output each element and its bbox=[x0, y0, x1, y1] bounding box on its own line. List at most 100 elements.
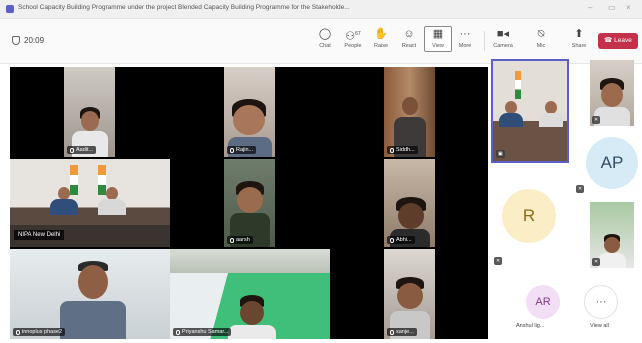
flag-icon bbox=[98, 165, 106, 195]
pinned-video-tile[interactable]: ▣ bbox=[491, 59, 569, 163]
participant-name-tag: Aadit... bbox=[67, 146, 97, 154]
video-feed bbox=[228, 325, 276, 339]
avatar-ar[interactable]: AR bbox=[526, 285, 560, 319]
share-label: Share bbox=[571, 43, 587, 49]
share-button[interactable]: ⬆ Share bbox=[566, 27, 592, 49]
people-count: 67 bbox=[355, 31, 361, 37]
video-feed bbox=[240, 301, 264, 325]
people-label: People bbox=[344, 43, 362, 49]
video-tile-priyanshu[interactable]: Priyanshu Samar... bbox=[170, 249, 330, 339]
video-tile-innoplus[interactable]: innoplus phase2 bbox=[10, 249, 170, 339]
camera-icon: ■◂ bbox=[496, 28, 510, 40]
grid-icon: ▦ bbox=[432, 28, 444, 40]
chat-icon: ◯ bbox=[318, 28, 332, 40]
title-bar: School Capacity Building Programme under… bbox=[0, 0, 642, 19]
people-icon: ⚇67 bbox=[345, 30, 361, 43]
camera-label: Camera bbox=[493, 43, 513, 49]
raise-hand-button[interactable]: ✋ Raise bbox=[368, 27, 394, 49]
participant-name-tag: Rajin... bbox=[227, 146, 257, 154]
react-label: React bbox=[401, 43, 417, 49]
mic-off-icon: ✕ bbox=[576, 185, 585, 193]
close-icon[interactable]: × bbox=[626, 3, 631, 12]
chat-label: Chat bbox=[319, 43, 331, 49]
phone-icon: ☎ bbox=[604, 37, 613, 44]
more-label: More bbox=[458, 43, 472, 49]
screen-icon: ▣ bbox=[496, 150, 505, 158]
avatar-initials: AR bbox=[535, 296, 551, 308]
participant-name-tag: Abhi... bbox=[387, 236, 415, 244]
shield-icon bbox=[12, 36, 20, 45]
avatar-r[interactable]: R bbox=[502, 189, 556, 243]
mic-icon bbox=[230, 147, 234, 153]
video-feed bbox=[598, 253, 626, 268]
video-feed bbox=[170, 249, 330, 273]
smiley-icon: ☺ bbox=[403, 28, 415, 40]
participant-name-tag: aarsh bbox=[227, 236, 253, 244]
participant-name: Anshul lig... bbox=[516, 323, 545, 329]
video-feed bbox=[233, 105, 265, 135]
flag-icon bbox=[70, 165, 78, 195]
leave-button[interactable]: ☎ Leave bbox=[598, 33, 638, 49]
video-tile-sanje[interactable]: sanje... bbox=[384, 249, 435, 339]
video-feed bbox=[402, 97, 418, 115]
flag-icon bbox=[515, 71, 521, 99]
view-button[interactable]: ▦ View bbox=[424, 26, 452, 52]
video-feed bbox=[398, 203, 424, 229]
video-feed bbox=[237, 187, 263, 213]
chat-button[interactable]: ◯ Chat bbox=[312, 27, 338, 49]
mic-off-icon: ✕ bbox=[494, 257, 503, 265]
participant-name-tag: Priyanshu Samar... bbox=[173, 328, 232, 336]
window-title: School Capacity Building Programme under… bbox=[18, 4, 350, 11]
mic-off-icon: ✕ bbox=[592, 116, 601, 124]
video-tile-small-2[interactable]: ✕ bbox=[590, 202, 634, 268]
maximize-icon[interactable]: ▭ bbox=[608, 3, 616, 12]
minimize-icon[interactable]: – bbox=[588, 3, 592, 12]
toolbar-divider bbox=[484, 31, 485, 51]
timer-text: 20:09 bbox=[24, 36, 45, 45]
video-feed bbox=[604, 237, 620, 253]
video-tile-abhi[interactable]: Abhi... bbox=[384, 159, 435, 247]
mic-icon bbox=[390, 329, 394, 335]
teams-logo-icon bbox=[6, 5, 14, 13]
video-tile-niipa[interactable]: NIPA New Delhi bbox=[10, 159, 170, 247]
avatar-ap[interactable]: AP bbox=[586, 137, 638, 189]
mic-muted-icon: ⍉ bbox=[537, 28, 545, 40]
mic-button[interactable]: ⍉ Mic bbox=[528, 27, 554, 49]
react-button[interactable]: ☺ React bbox=[396, 27, 422, 49]
participant-name-tag: sanje... bbox=[387, 328, 417, 336]
avatar-initials: AP bbox=[600, 153, 624, 172]
mic-icon bbox=[176, 329, 180, 335]
video-tile-siddh[interactable]: Siddh... bbox=[384, 67, 435, 157]
mic-off-icon: ✕ bbox=[592, 258, 601, 266]
video-feed bbox=[81, 111, 99, 131]
video-feed bbox=[98, 199, 126, 215]
video-tile-small-1[interactable]: ✕ bbox=[590, 60, 634, 126]
share-icon: ⬆ bbox=[574, 28, 584, 40]
participant-gallery: ▣ ✕ AP ✕ R ✕ ✕ AR Anshul lig... ··· View… bbox=[488, 57, 642, 343]
participant-name-tag: NIPA New Delhi bbox=[14, 230, 65, 240]
people-button[interactable]: ⚇67 People bbox=[340, 27, 366, 49]
view-label: View bbox=[432, 43, 444, 49]
video-feed bbox=[499, 113, 523, 127]
video-tile-rajin[interactable]: Rajin... bbox=[224, 67, 275, 157]
meeting-timer: 20:09 bbox=[12, 36, 44, 45]
video-feed bbox=[60, 301, 126, 339]
video-feed bbox=[78, 265, 108, 299]
avatar-initials: R bbox=[522, 206, 536, 225]
video-tile-aadit[interactable]: Aadit... bbox=[64, 67, 115, 157]
more-button[interactable]: ··· More bbox=[452, 27, 478, 49]
video-feed bbox=[601, 83, 623, 107]
hand-icon: ✋ bbox=[374, 28, 388, 40]
mic-icon bbox=[16, 329, 20, 335]
mic-icon bbox=[390, 147, 394, 153]
mic-icon bbox=[230, 237, 234, 243]
camera-button[interactable]: ■◂ Camera bbox=[490, 27, 516, 49]
mic-label: Mic bbox=[536, 43, 546, 49]
participant-name-tag: innoplus phase2 bbox=[13, 328, 66, 336]
view-all-participants-button[interactable]: ··· bbox=[584, 285, 618, 319]
video-feed bbox=[397, 283, 423, 309]
leave-label: Leave bbox=[614, 37, 632, 44]
video-stage: Aadit... Rajin... Siddh... NIPA New Delh… bbox=[10, 67, 488, 339]
ellipsis-icon: ··· bbox=[459, 28, 471, 40]
video-tile-aarsh[interactable]: aarsh bbox=[224, 159, 275, 247]
